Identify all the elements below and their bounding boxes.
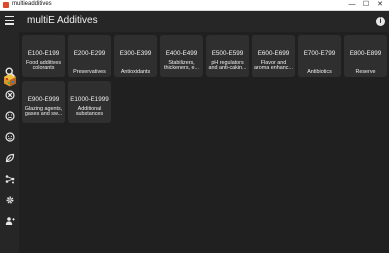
- category-tile[interactable]: E100-E199 Food additives colorants: [22, 35, 65, 77]
- app-header: multiE Additives i: [0, 11, 389, 32]
- sidebar-item-sad-face[interactable]: [0, 108, 19, 124]
- category-code: E400-E499: [165, 50, 198, 57]
- category-description-line2: and anti-cakin...: [208, 65, 247, 71]
- category-code: E500-E599: [211, 50, 244, 57]
- category-tile[interactable]: E800-E899 Reserve: [344, 35, 387, 77]
- category-description-line2: substances: [75, 111, 104, 117]
- category-tile[interactable]: E300-E399 Antioxidants: [114, 35, 157, 77]
- search-icon: [4, 67, 15, 77]
- category-code: E100-E199: [27, 50, 60, 57]
- share-icon: [5, 175, 14, 184]
- category-tile[interactable]: E500-E599 pH regulators and anti-cakin...: [206, 35, 249, 77]
- category-description: Antioxidants: [120, 69, 151, 75]
- sidebar-item-search[interactable]: [0, 64, 19, 80]
- category-code: E200-E299: [73, 50, 106, 57]
- sidebar-item-x-circle[interactable]: [0, 87, 19, 103]
- category-description-line2: thickeners, e...: [163, 65, 200, 71]
- maximize-button[interactable]: ☐: [359, 0, 373, 10]
- sidebar-item-share[interactable]: [0, 171, 19, 187]
- category-tile[interactable]: E1000-E1999 Additional substances: [68, 81, 111, 123]
- category-description-line2: aroma enhanc...: [254, 65, 293, 71]
- baby-face-icon: [4, 132, 15, 142]
- person-add-icon: [5, 217, 15, 225]
- category-description: Reserve: [355, 69, 376, 75]
- category-description-line2: colorants: [32, 65, 55, 71]
- category-tile[interactable]: E200-E299 Preservatives: [68, 35, 111, 77]
- window-titlebar: multieadditives — ☐ ✕: [0, 0, 389, 11]
- category-tile[interactable]: E700-E799 Antibiotics: [298, 35, 341, 77]
- sidebar: [0, 32, 19, 253]
- category-code: E700-E799: [303, 50, 336, 57]
- category-description-line2: gases and sw...: [24, 111, 63, 117]
- category-code: E800-E899: [349, 50, 382, 57]
- sad-face-icon: [4, 111, 15, 121]
- window-title: multieadditives: [12, 1, 52, 7]
- info-icon[interactable]: i: [376, 17, 385, 26]
- gear-icon: [6, 196, 13, 204]
- category-description: Preservatives: [73, 69, 106, 75]
- hamburger-menu-icon[interactable]: [5, 16, 14, 25]
- minimize-button[interactable]: —: [345, 0, 359, 10]
- category-tile[interactable]: E400-E499 Stabilizers, thickeners, e...: [160, 35, 203, 77]
- category-code: E300-E399: [119, 50, 152, 57]
- category-tile[interactable]: E600-E699 Flavor and aroma enhanc...: [252, 35, 295, 77]
- category-description: Antibiotics: [307, 69, 332, 75]
- category-code: E600-E699: [257, 50, 290, 57]
- close-button[interactable]: ✕: [373, 0, 387, 10]
- sidebar-item-settings[interactable]: [0, 192, 19, 208]
- sidebar-item-baby-face[interactable]: [0, 129, 19, 145]
- app-icon: [3, 2, 9, 8]
- page-title: multiE Additives: [27, 15, 98, 26]
- category-code: E900-E999: [27, 96, 60, 103]
- leaf-icon: [5, 153, 14, 163]
- sidebar-item-user-add[interactable]: [0, 213, 19, 229]
- x-circle-icon: [4, 90, 15, 100]
- category-tile[interactable]: E900-E999 Glazing agents, gases and sw...: [22, 81, 65, 123]
- category-code: E1000-E1999: [70, 96, 109, 103]
- sidebar-item-leaf[interactable]: [0, 150, 19, 166]
